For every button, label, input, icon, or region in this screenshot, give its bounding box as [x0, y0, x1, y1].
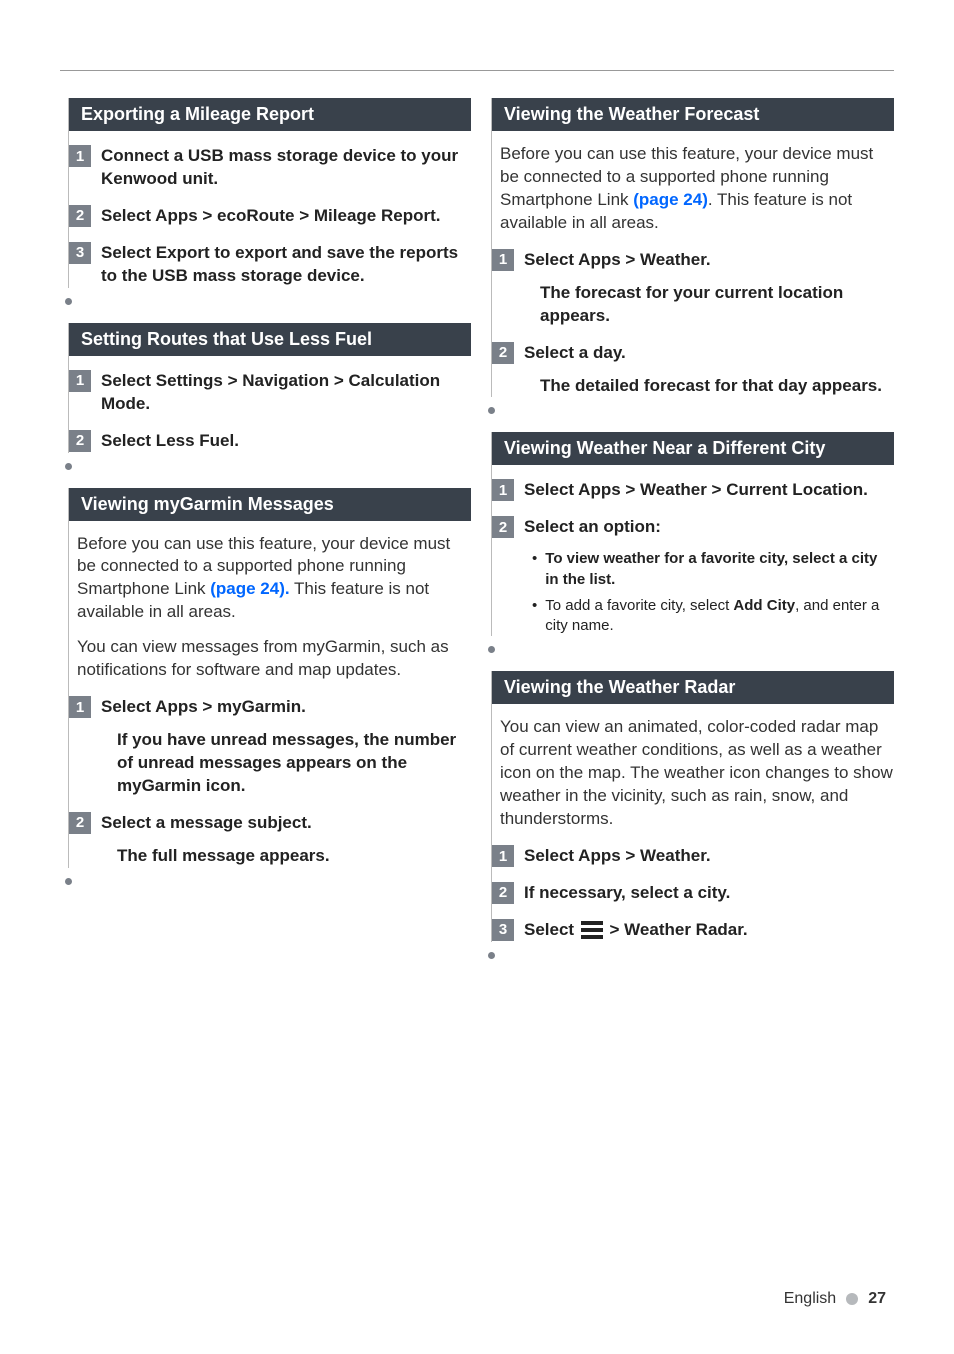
text: > Weather Radar.: [605, 920, 748, 939]
step-text: Select Apps > Weather > Current Location…: [524, 479, 868, 502]
step: 2 Select Apps > ecoRoute > Mileage Repor…: [69, 205, 471, 228]
page-number: 27: [868, 1290, 886, 1308]
bullet-dot-icon: •: [532, 596, 537, 637]
bullet-dot-icon: •: [532, 549, 537, 590]
bullet-text: To view weather for a favorite city, sel…: [545, 549, 894, 590]
body-paragraph: Before you can use this feature, your de…: [77, 533, 471, 625]
body-paragraph: Before you can use this feature, your de…: [500, 143, 894, 235]
language-label: English: [784, 1290, 836, 1308]
bullet-text: To add a favorite city, select Add City,…: [545, 596, 894, 637]
bullet-list: • To view weather for a favorite city, s…: [532, 549, 894, 636]
step-text: Select Apps > myGarmin.: [101, 696, 306, 719]
page-link[interactable]: (page 24).: [210, 579, 289, 598]
step-number-badge: 2: [69, 205, 91, 227]
step-text: Select an option:: [524, 516, 661, 539]
step: 2 Select an option:: [492, 516, 894, 539]
section-end-dot-icon: [65, 463, 72, 470]
section-end-dot-icon: [488, 407, 495, 414]
step: 2 Select Less Fuel.: [69, 430, 471, 453]
step-text: Select Apps > Weather.: [524, 845, 711, 868]
body-paragraph: You can view an animated, color-coded ra…: [500, 716, 894, 831]
step-number-badge: 1: [492, 479, 514, 501]
menu-icon: [581, 921, 603, 939]
step-number-badge: 1: [492, 249, 514, 271]
step-number-badge: 2: [492, 516, 514, 538]
step: 1 Select Apps > Weather > Current Locati…: [492, 479, 894, 502]
step-number-badge: 2: [492, 882, 514, 904]
page-link[interactable]: (page 24): [633, 190, 708, 209]
section-heading: Viewing the Weather Forecast: [492, 98, 894, 131]
step-note: If you have unread messages, the number …: [117, 729, 471, 798]
section-end-dot-icon: [488, 952, 495, 959]
body-paragraph: You can view messages from myGarmin, suc…: [77, 636, 471, 682]
text: Select: [524, 920, 579, 939]
step: 2 Select a day.: [492, 342, 894, 365]
page-footer: English 27: [784, 1290, 886, 1308]
step: 1 Select Apps > Weather.: [492, 249, 894, 272]
step: 3 Select > Weather Radar.: [492, 919, 894, 942]
section-heading: Viewing myGarmin Messages: [69, 488, 471, 521]
step-number-badge: 1: [69, 145, 91, 167]
step-number-badge: 3: [69, 242, 91, 264]
step-note: The forecast for your current location a…: [540, 282, 894, 328]
step-text: Select Apps > Weather.: [524, 249, 711, 272]
section-heading: Exporting a Mileage Report: [69, 98, 471, 131]
section-heading: Viewing the Weather Radar: [492, 671, 894, 704]
step-number-badge: 1: [69, 696, 91, 718]
step-number-badge: 3: [492, 919, 514, 941]
bold-text: Add City: [733, 597, 795, 614]
document-page: Exporting a Mileage Report 1 Connect a U…: [0, 0, 954, 1354]
step-text: Select > Weather Radar.: [524, 919, 748, 942]
step-number-badge: 2: [69, 812, 91, 834]
section-heading: Viewing Weather Near a Different City: [492, 432, 894, 465]
section-end-dot-icon: [65, 878, 72, 885]
section-heading: Setting Routes that Use Less Fuel: [69, 323, 471, 356]
section-less-fuel: Setting Routes that Use Less Fuel 1 Sele…: [68, 323, 471, 453]
step-text: Select Less Fuel.: [101, 430, 239, 453]
step: 1 Select Settings > Navigation > Calcula…: [69, 370, 471, 416]
step: 1 Select Apps > myGarmin.: [69, 696, 471, 719]
step-text: If necessary, select a city.: [524, 882, 730, 905]
step-number-badge: 1: [492, 845, 514, 867]
step: 3 Select Export to export and save the r…: [69, 242, 471, 288]
section-weather-radar: Viewing the Weather Radar You can view a…: [491, 671, 894, 942]
step-number-badge: 1: [69, 370, 91, 392]
section-mygarmin: Viewing myGarmin Messages Before you can…: [68, 488, 471, 868]
section-weather-different-city: Viewing Weather Near a Different City 1 …: [491, 432, 894, 636]
step-note: The detailed forecast for that day appea…: [540, 375, 894, 398]
top-rule: [60, 70, 894, 71]
step: 2 Select a message subject.: [69, 812, 471, 835]
columns: Exporting a Mileage Report 1 Connect a U…: [68, 80, 894, 965]
text: To add a favorite city, select: [545, 597, 733, 614]
step-number-badge: 2: [69, 430, 91, 452]
step-text: Connect a USB mass storage device to you…: [101, 145, 471, 191]
step: 1 Connect a USB mass storage device to y…: [69, 145, 471, 191]
footer-dot-icon: [846, 1293, 858, 1305]
left-column: Exporting a Mileage Report 1 Connect a U…: [68, 80, 471, 965]
section-end-dot-icon: [65, 298, 72, 305]
step-note: The full message appears.: [117, 845, 471, 868]
step-text: Select Apps > ecoRoute > Mileage Report.: [101, 205, 440, 228]
step-text: Select Settings > Navigation > Calculati…: [101, 370, 471, 416]
bullet-item: • To view weather for a favorite city, s…: [532, 549, 894, 590]
step-text: Select a day.: [524, 342, 626, 365]
step-number-badge: 2: [492, 342, 514, 364]
bullet-item: • To add a favorite city, select Add Cit…: [532, 596, 894, 637]
section-weather-forecast: Viewing the Weather Forecast Before you …: [491, 98, 894, 397]
right-column: Viewing the Weather Forecast Before you …: [491, 80, 894, 965]
section-exporting-mileage: Exporting a Mileage Report 1 Connect a U…: [68, 98, 471, 288]
step: 1 Select Apps > Weather.: [492, 845, 894, 868]
step-text: Select a message subject.: [101, 812, 312, 835]
step: 2 If necessary, select a city.: [492, 882, 894, 905]
section-end-dot-icon: [488, 646, 495, 653]
step-text: Select Export to export and save the rep…: [101, 242, 471, 288]
